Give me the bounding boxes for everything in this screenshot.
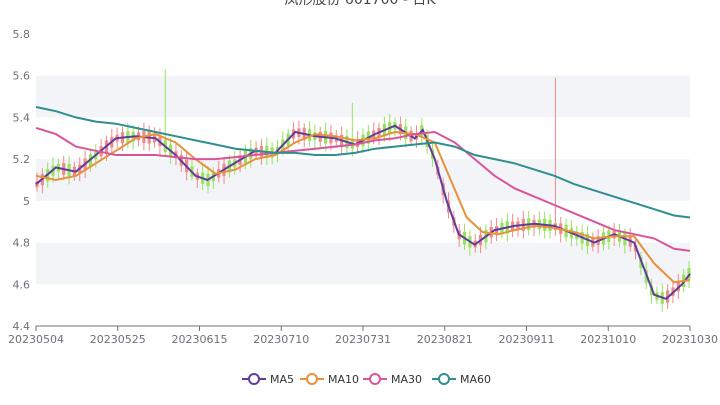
chart-title: 凤形股份 601700 - 日K (284, 0, 436, 8)
y-tick-label: 5.2 (13, 153, 31, 166)
legend-label-ma10: MA10 (328, 373, 359, 386)
legend-label-ma30: MA30 (391, 373, 422, 386)
y-tick-label: 5.8 (13, 28, 31, 41)
x-tick-label: 20231010 (580, 333, 636, 346)
x-tick-label: 20230911 (499, 333, 555, 346)
grid-band (36, 242, 690, 285)
legend-label-ma5: MA5 (270, 373, 294, 386)
x-tick-label: 20230504 (8, 333, 64, 346)
y-tick-label: 5.6 (13, 70, 31, 83)
y-tick-label: 4.6 (13, 278, 31, 291)
x-tick-label: 20231030 (662, 333, 718, 346)
legend-marker (306, 373, 318, 385)
legend-marker (369, 373, 381, 385)
legend-marker (438, 373, 450, 385)
legend-label-ma60: MA60 (460, 373, 491, 386)
candlestick-chart: 凤形股份 601700 - 日K 4.44.64.855.25.45.65.8 … (8, 0, 718, 386)
y-tick-label: 5.4 (13, 111, 31, 124)
y-tick-label: 5 (23, 195, 30, 208)
y-tick-label: 4.8 (13, 237, 31, 250)
x-tick-label: 20230731 (335, 333, 391, 346)
y-tick-label: 4.4 (13, 320, 31, 333)
x-tick-label: 20230821 (417, 333, 473, 346)
legend-marker (248, 373, 260, 385)
x-tick-label: 20230525 (90, 333, 146, 346)
x-tick-label: 20230710 (253, 333, 309, 346)
grid-band (36, 75, 690, 118)
x-tick-label: 20230615 (172, 333, 228, 346)
grid-band (36, 159, 690, 201)
